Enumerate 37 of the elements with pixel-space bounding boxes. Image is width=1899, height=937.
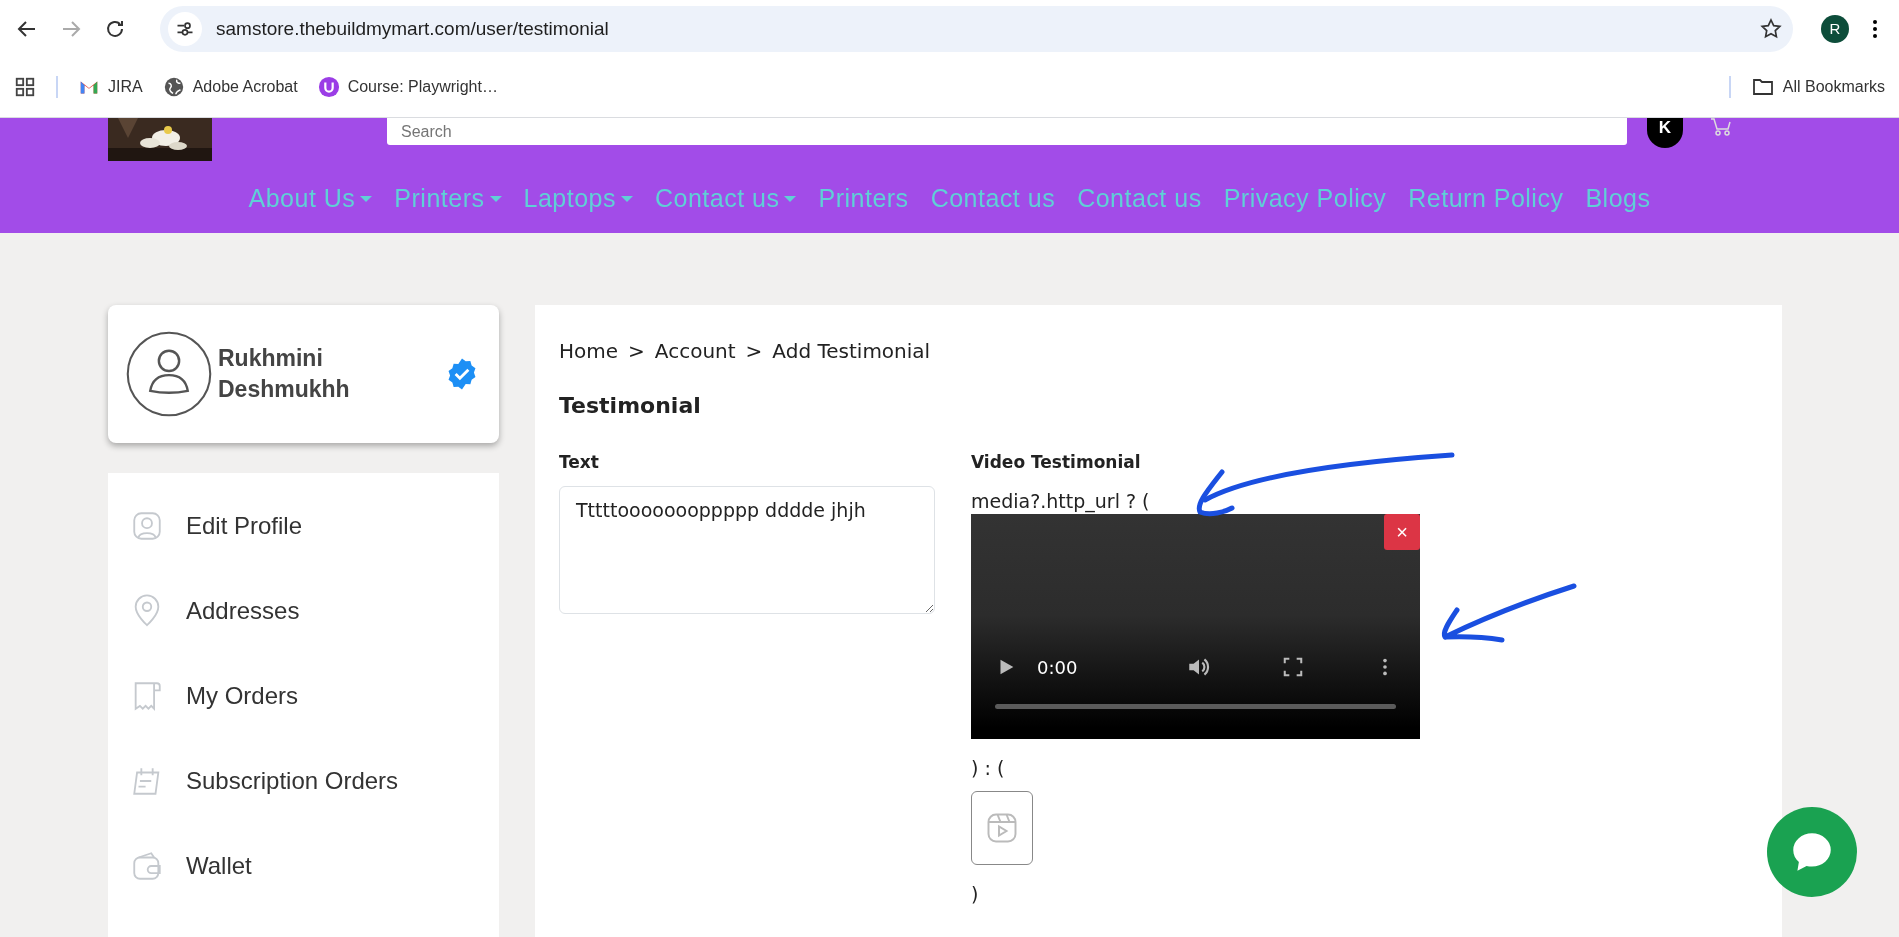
fullscreen-icon[interactable] <box>1282 656 1304 678</box>
video-upload-button[interactable] <box>971 791 1033 865</box>
address-bar[interactable]: samstore.thebuildmymart.com/user/testimonial <box>160 5 1793 52</box>
user-name: Rukhmini Deshmukhh <box>218 343 351 404</box>
video-time: 0:00 <box>1037 656 1078 678</box>
video-player[interactable]: × 0:00 <box>971 514 1420 739</box>
cart-icon[interactable] <box>1709 118 1733 136</box>
field-label: Text <box>559 451 600 472</box>
text-field[interactable]: Tttttoooooooppppp dddde jhjh <box>559 486 935 614</box>
star-icon[interactable] <box>1759 16 1783 41</box>
sidebar-item[interactable]: Addresses <box>108 568 499 653</box>
sidebar-item[interactable]: Wallet <box>108 823 499 908</box>
section-title: Testimonial <box>559 393 702 418</box>
search-field[interactable]: Search <box>387 118 1627 145</box>
all-bookmarks-button[interactable]: All Bookmarks <box>1750 75 1885 99</box>
user-avatar-icon <box>124 329 214 419</box>
course-icon <box>317 76 340 98</box>
breadcrumb-link[interactable]: Home <box>559 339 619 363</box>
bookmark[interactable]: Adobe Acrobat <box>162 76 298 98</box>
breadcrumb-separator: > <box>628 339 645 363</box>
bookmark[interactable]: JIRA <box>78 76 143 98</box>
profile-avatar[interactable]: R <box>1821 14 1849 43</box>
sidebar-item[interactable]: My Orders <box>108 653 499 738</box>
user-avatar[interactable]: K <box>1647 118 1683 148</box>
code-text: media?.http_url ? ( <box>971 490 1151 512</box>
globe-icon <box>162 76 185 98</box>
sidebar-item[interactable]: Edit Profile <box>108 483 499 568</box>
code-text: ) <box>971 883 980 905</box>
code-text: ) : ( <box>971 757 1006 779</box>
apps-grid-icon[interactable] <box>14 76 36 98</box>
close-button[interactable]: × <box>1384 514 1420 550</box>
bookmark[interactable]: Course: Playwright… <box>317 76 498 98</box>
url-text: samstore.thebuildmymart.com/user/testimonial <box>216 17 610 40</box>
breadcrumb-separator: > <box>745 339 763 363</box>
field-label: Video Testimonial <box>971 451 1142 472</box>
breadcrumb-link[interactable]: Account <box>654 339 736 363</box>
sidebar-item[interactable]: Subscription Orders <box>108 738 499 823</box>
